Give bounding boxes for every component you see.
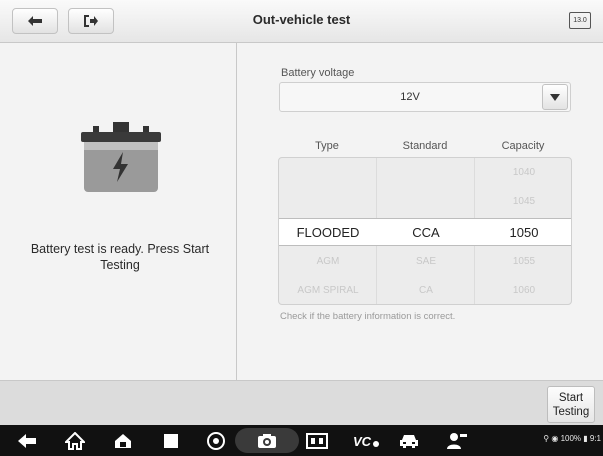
picker-standard: SAE xyxy=(415,256,436,267)
back-icon[interactable] xyxy=(16,431,38,451)
vci-icon[interactable]: VC xyxy=(352,431,380,451)
picker-capacity: 1045 xyxy=(512,196,536,207)
picker-standard: CCA xyxy=(412,225,440,240)
picker-row[interactable]: AGM SPIRAL CA 1060 xyxy=(279,278,571,304)
camera-button-pill[interactable] xyxy=(235,428,299,453)
recent-apps-icon[interactable] xyxy=(160,431,182,451)
battery-spec-picker[interactable]: 1040 1045 FLOODED CCA 1050 AGM SAE 1055 … xyxy=(278,157,572,305)
vci-status-badge[interactable]: 13.0 xyxy=(569,12,591,29)
chrome-icon[interactable] xyxy=(205,431,227,451)
picker-capacity: 1040 xyxy=(512,167,536,178)
status-tray: ⚲ ◉ 100% ▮ 9:1 xyxy=(543,434,601,443)
column-header-standard: Standard xyxy=(402,140,448,152)
picker-row[interactable]: 1040 xyxy=(279,160,571,188)
picker-type: AGM SPIRAL xyxy=(297,285,359,296)
camera-icon xyxy=(256,431,278,451)
dropdown-arrow-button[interactable] xyxy=(542,84,568,110)
hint-text: Check if the battery information is corr… xyxy=(280,311,456,322)
bottom-action-bar: Start Testing xyxy=(0,380,603,425)
column-header-type: Type xyxy=(315,140,339,152)
wifi-icon: ◉ xyxy=(551,434,559,443)
chevron-down-icon xyxy=(550,93,560,101)
car-icon[interactable] xyxy=(398,431,420,451)
svg-text:VC: VC xyxy=(353,434,372,449)
left-panel: Battery test is ready. Press Start Testi… xyxy=(0,43,237,380)
battery-icon xyxy=(81,122,161,192)
status-message: Battery test is ready. Press Start Testi… xyxy=(30,242,210,272)
picker-type: FLOODED xyxy=(296,225,360,240)
battery-voltage-value: 12V xyxy=(400,91,420,103)
location-icon: ⚲ xyxy=(543,434,550,443)
screen-record-icon[interactable] xyxy=(306,431,328,451)
page-title: Out-vehicle test xyxy=(252,12,351,27)
column-header-capacity: Capacity xyxy=(501,140,545,152)
mechanic-icon[interactable] xyxy=(446,431,468,451)
picker-type: AGM xyxy=(316,256,340,267)
battery-voltage-select[interactable]: 12V xyxy=(279,82,571,112)
picker-row-selected[interactable]: FLOODED CCA 1050 xyxy=(279,218,571,246)
right-panel: Battery voltage 12V Type Standard Capaci… xyxy=(237,43,603,380)
status-text: 100% ▮ 9:1 xyxy=(560,434,601,443)
picker-row[interactable]: 1045 xyxy=(279,189,571,217)
start-testing-button[interactable]: Start Testing xyxy=(547,386,595,423)
picker-capacity: 1060 xyxy=(512,285,536,296)
picker-row[interactable]: AGM SAE 1055 xyxy=(279,249,571,277)
home-icon[interactable] xyxy=(112,431,134,451)
picker-capacity: 1050 xyxy=(509,225,539,240)
picker-capacity: 1055 xyxy=(512,256,536,267)
battery-voltage-label: Battery voltage xyxy=(281,67,355,79)
top-bar: Out-vehicle test 13.0 xyxy=(0,0,603,43)
picker-standard: CA xyxy=(419,285,433,296)
home-outline-icon[interactable] xyxy=(64,431,86,451)
system-nav-bar: VC ⚲ ◉ 100% ▮ 9:1 xyxy=(0,425,603,456)
